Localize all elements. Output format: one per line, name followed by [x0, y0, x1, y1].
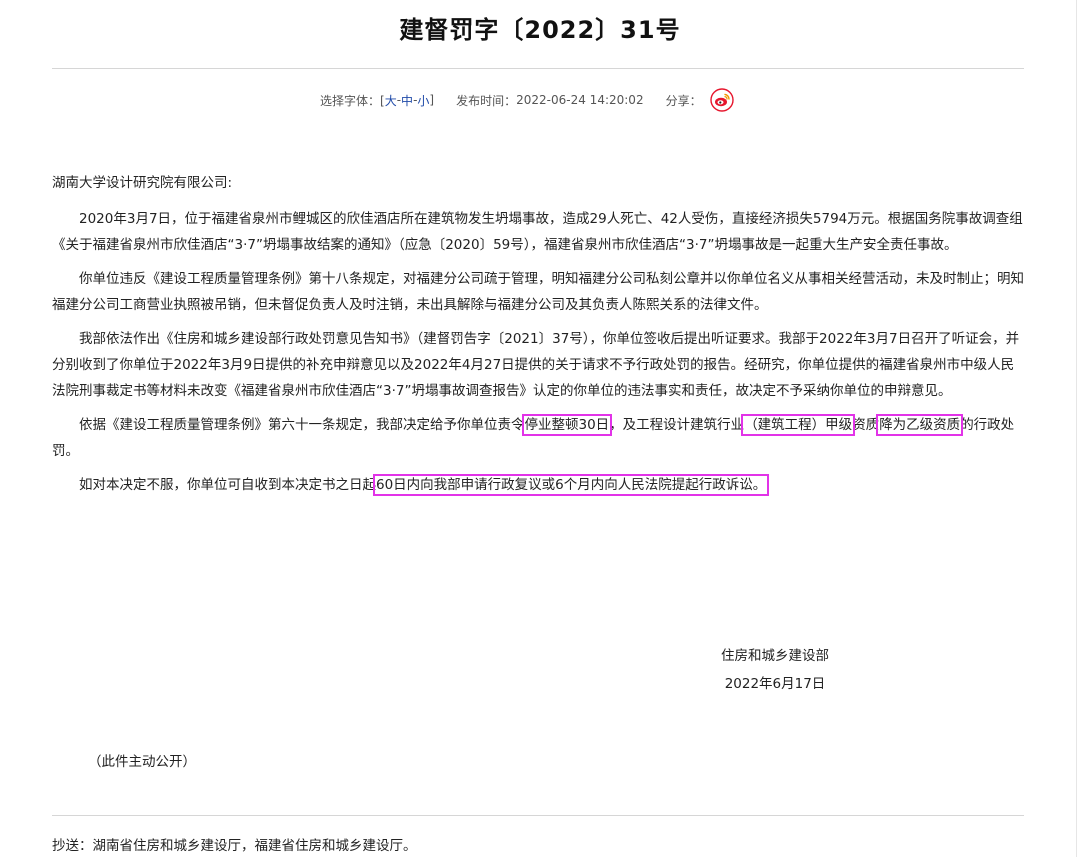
- highlight-downgrade: 降为乙级资质: [876, 414, 964, 436]
- appeal-text: 如对本决定不服，你单位可自收到本决定书之日起: [79, 477, 376, 493]
- highlight-suspension: 停业整顿30日: [521, 414, 613, 436]
- publish-time: 2022-06-24 14:20:02: [516, 93, 644, 107]
- page-edge: [1076, 0, 1077, 857]
- signature-block: 住房和城乡建设部 2022年6月17日: [700, 642, 850, 698]
- salutation: 湖南大学设计研究院有限公司:: [52, 175, 233, 191]
- share-label: 分享：: [665, 93, 702, 108]
- disclosure-note: （此件主动公开）: [88, 754, 196, 770]
- title-divider: [52, 68, 1024, 69]
- weibo-share-icon[interactable]: [709, 88, 734, 112]
- paragraph-appeal: 如对本决定不服，你单位可自收到本决定书之日起60日内向我部申请行政复议或6个月内…: [52, 472, 1027, 498]
- paragraph-accident: 2020年3月7日，位于福建省泉州市鲤城区的欣佳酒店所在建筑物发生坍塌事故，造成…: [52, 211, 1023, 253]
- article-meta: 选择字体：[ 大 - 中 - 小 ] 发布时间： 2022-06-24 14:2…: [320, 88, 734, 112]
- highlight-grade: （建筑工程）甲级: [741, 414, 856, 436]
- paragraph-hearing: 我部依法作出《住房和城乡建设部行政处罚意见告知书》（建督罚告字〔2021〕37号…: [52, 331, 1020, 399]
- paragraph-penalty: 依据《建设工程质量管理条例》第六十一条规定，我部决定给予你单位责令停业整顿30日…: [52, 412, 1027, 464]
- issue-date: 2022年6月17日: [724, 676, 826, 692]
- issuing-organization: 住房和城乡建设部: [721, 648, 829, 664]
- font-size-small-link[interactable]: 小: [417, 92, 429, 109]
- paragraph-violation: 你单位违反《建设工程质量管理条例》第十八条规定，对福建分公司疏于管理，明知福建分…: [52, 271, 1024, 313]
- penalty-text: ，及工程设计建筑行业: [609, 417, 745, 433]
- page-title: 建督罚字〔2022〕31号: [399, 16, 681, 44]
- highlight-appeal-period: 60日内向我部申请行政复议或6个月内向人民法院提起行政诉讼。: [372, 474, 770, 496]
- publish-time-label: 发布时间：: [456, 93, 517, 108]
- article-body: 2020年3月7日，位于福建省泉州市鲤城区的欣佳酒店所在建筑物发生坍塌事故，造成…: [52, 206, 1027, 498]
- font-size-bracket: ]: [429, 93, 435, 107]
- font-size-label: 选择字体：[: [320, 93, 385, 108]
- font-size-medium-link[interactable]: 中: [401, 92, 413, 109]
- penalty-text: 资质: [852, 417, 880, 433]
- footer-divider: [52, 815, 1024, 816]
- cc-list: 抄送：湖南省住房和城乡建设厅，福建省住房和城乡建设厅。: [52, 838, 417, 854]
- font-size-large-link[interactable]: 大: [385, 92, 397, 109]
- penalty-text: 依据《建设工程质量管理条例》第六十一条规定，我部决定给予你单位责令: [79, 417, 525, 433]
